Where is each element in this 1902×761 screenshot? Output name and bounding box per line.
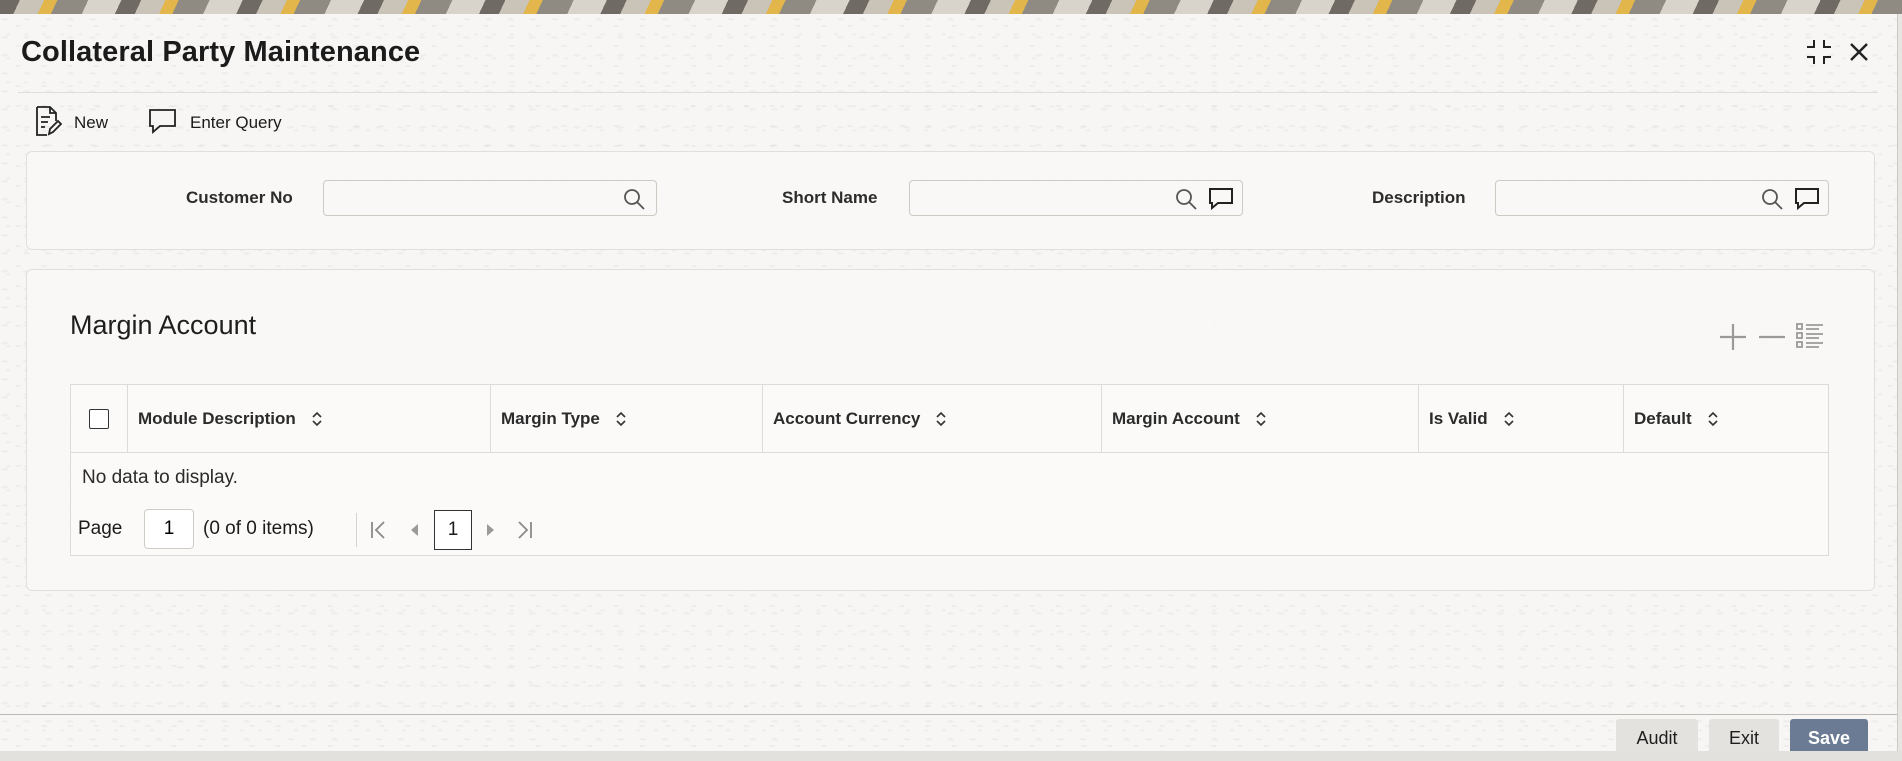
short-name-query-icon[interactable] [1208,187,1233,211]
enter-query-icon [148,107,178,140]
short-name-field[interactable] [909,180,1243,216]
bottom-status-band [0,751,1902,761]
column-header-label: Margin Account [1112,408,1240,428]
margin-account-title: Margin Account [70,310,257,340]
new-document-icon [34,105,63,142]
enter-query-button[interactable]: Enter Query [148,106,282,140]
current-page-button[interactable]: 1 [434,510,472,550]
remove-row-icon[interactable] [1757,322,1787,357]
description-input[interactable] [1496,181,1736,215]
pagination: Page (0 of 0 items) 1 [78,509,678,551]
sort-icon[interactable] [934,410,948,428]
next-page-icon[interactable] [483,519,497,547]
column-is-valid[interactable]: Is Valid [1419,385,1624,452]
add-row-icon[interactable] [1718,322,1748,357]
description-query-icon[interactable] [1794,187,1819,211]
sort-icon[interactable] [1254,410,1268,428]
customer-no-search-icon[interactable] [622,187,646,211]
column-default[interactable]: Default [1624,385,1828,452]
new-button-label: New [74,113,109,132]
enter-query-label: Enter Query [190,113,282,132]
customer-no-label: Customer No [186,188,293,207]
last-page-icon[interactable] [514,519,534,547]
sort-icon[interactable] [310,410,324,428]
column-account-currency[interactable]: Account Currency [763,385,1102,452]
pager-divider [356,513,357,547]
column-margin-type[interactable]: Margin Type [491,385,763,452]
single-record-view-icon[interactable] [1795,321,1825,356]
select-all-checkbox[interactable] [89,408,109,429]
footer-divider [0,714,1897,715]
close-icon[interactable] [1843,36,1875,68]
query-panel: Customer No Short Name Description [26,151,1875,250]
description-search-icon[interactable] [1760,187,1784,211]
column-header-label: Margin Type [501,408,600,428]
column-header-label: Module Description [138,408,296,428]
page-title: Collateral Party Maintenance [21,36,421,68]
select-all-cell [71,385,128,452]
first-page-icon[interactable] [369,519,389,547]
column-header-label: Account Currency [773,408,921,428]
short-name-label: Short Name [782,188,878,207]
short-name-input[interactable] [910,181,1150,215]
margin-account-table: Module Description Margin Type Account C… [70,384,1829,556]
column-header-label: Is Valid [1429,408,1488,428]
column-header-label: Default [1634,408,1692,428]
page-label: Page [78,518,123,539]
page-number-input[interactable] [144,509,194,549]
window-right-edge [1897,14,1902,761]
short-name-search-icon[interactable] [1174,187,1198,211]
column-module-description[interactable]: Module Description [128,385,491,452]
title-divider [18,92,1878,93]
sort-icon[interactable] [1706,410,1720,428]
previous-page-icon[interactable] [408,519,422,547]
sort-icon[interactable] [614,410,628,428]
description-field[interactable] [1495,180,1829,216]
sort-icon[interactable] [1502,410,1516,428]
customer-no-field[interactable] [323,180,657,216]
new-button[interactable]: New [34,105,109,142]
customer-no-input[interactable] [324,181,564,215]
items-count-text: (0 of 0 items) [203,518,314,539]
column-margin-account[interactable]: Margin Account [1102,385,1419,452]
collapse-icon[interactable] [1803,36,1835,68]
empty-table-message: No data to display. [82,467,238,488]
background-header-strip [0,0,1902,14]
description-label: Description [1372,188,1466,207]
table-header: Module Description Margin Type Account C… [71,385,1828,453]
collateral-party-maintenance-window: Collateral Party Maintenance New Enter Q… [0,14,1897,757]
